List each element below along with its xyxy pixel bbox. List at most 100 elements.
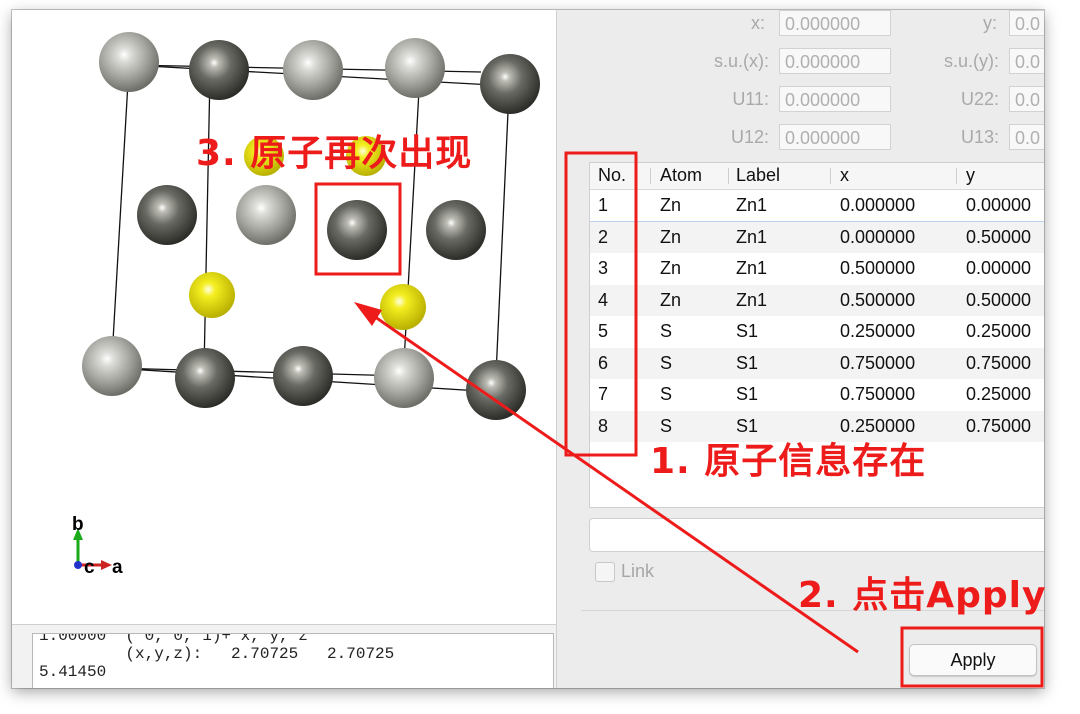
cell-no: 2 (598, 226, 609, 247)
zn-atom (175, 348, 235, 408)
cell-label: S1 (736, 415, 759, 436)
table-row[interactable]: 6 S S1 0.750000 0.75000 (590, 347, 1044, 379)
cell-x: 0.000000 (840, 195, 916, 215)
atom-table[interactable]: No. Atom Label x y 1 Zn Zn1 0.000000 0.00000… (589, 162, 1044, 508)
zn-atom (189, 40, 249, 100)
column-header-label[interactable]: Label (736, 165, 780, 186)
table-row[interactable]: 8 S S1 0.250000 0.75000 (590, 410, 1044, 442)
cell-no: 3 (598, 258, 609, 278)
cell-y: 0.25000 (966, 384, 1032, 404)
link-label: Link (621, 561, 655, 581)
command-input[interactable] (589, 518, 1044, 552)
zn-atom (374, 348, 434, 408)
column-header-atom[interactable]: Atom (660, 165, 702, 186)
cell-x: 0.750000 (840, 384, 916, 404)
cell-y: 0.75000 (966, 415, 1032, 436)
cell-x: 0.500000 (840, 289, 916, 310)
cell-no: 1 (598, 195, 609, 215)
cell-atom: Zn (660, 195, 682, 215)
cell-label: Zn1 (736, 258, 768, 278)
table-row[interactable]: 4 Zn Zn1 0.500000 0.50000 (590, 284, 1044, 316)
console-line: 1.00000 ( 0, 0, 1)+ x, y, z (39, 633, 308, 645)
crystal-structure: b c a (72, 32, 540, 578)
cell-label: S1 (736, 352, 759, 373)
table-row[interactable]: 3 Zn Zn1 0.500000 0.00000 (590, 253, 1044, 284)
u22-label: U22: (960, 89, 999, 109)
s-atom (244, 136, 284, 176)
cell-atom: S (660, 415, 673, 436)
cell-y: 0.00000 (966, 195, 1032, 215)
u11-label: U11: (732, 89, 769, 109)
structure-viewer[interactable]: b c a (12, 10, 556, 620)
y-field[interactable]: 0.0 (1009, 10, 1044, 36)
cell-y: 0.50000 (966, 226, 1032, 247)
cell-atom: Zn (660, 226, 682, 247)
axis-label-a: a (112, 557, 123, 578)
u12-field[interactable]: 0.000000 (779, 124, 891, 150)
u11-field[interactable]: 0.000000 (779, 86, 891, 112)
su-y-field[interactable]: 0.0 (1009, 48, 1044, 74)
x-field[interactable]: 0.000000 (779, 10, 891, 36)
s-atom (189, 272, 235, 318)
cell-label: S1 (736, 384, 759, 404)
s-atom (380, 284, 426, 330)
console-output[interactable]: 1.00000 ( 0, 0, 1)+ x, y, z (x,y,z): 2.7… (32, 633, 554, 688)
axis-gizmo: b c a (72, 514, 123, 578)
cell-atom: S (660, 321, 673, 341)
app-window: b c a 1.00000 ( 0, 0, 1)+ x, y, z (x,y,z… (12, 10, 1044, 688)
y-label: y: (982, 13, 997, 33)
table-row[interactable]: 5 S S1 0.250000 0.25000 (590, 316, 1044, 347)
column-header-no[interactable]: No. (598, 165, 626, 186)
console-line: 5.41450 (39, 663, 107, 681)
u22-field[interactable]: 0.0 (1009, 86, 1044, 112)
zn-atom (82, 336, 142, 396)
cell-no: 4 (598, 289, 609, 310)
cell-x: 0.000000 (840, 226, 916, 247)
cell-label: S1 (736, 321, 759, 341)
atom-editor-panel: x: 0.000000 y: 0.0 s.u.(x): 0.000000 s.u… (556, 10, 1044, 688)
zn-atom (480, 54, 540, 114)
u13-label: U13: (960, 127, 999, 147)
cell-y: 0.50000 (966, 289, 1032, 310)
table-header: No. Atom Label x y (590, 163, 1044, 190)
x-label: x: (750, 13, 765, 33)
cell-x: 0.250000 (840, 321, 916, 341)
zn-atom (385, 38, 445, 98)
s-atom (346, 136, 386, 176)
zn-atom (327, 200, 387, 260)
zn-atom (137, 185, 197, 245)
column-header-x[interactable]: x (840, 165, 849, 186)
cell-x: 0.750000 (840, 352, 916, 373)
apply-button[interactable]: Apply (909, 644, 1037, 676)
cell-atom: S (660, 384, 673, 404)
column-header-y[interactable]: y (966, 165, 975, 186)
u13-field[interactable]: 0.0 (1009, 124, 1044, 150)
link-checkbox[interactable] (595, 562, 615, 582)
cell-x: 0.250000 (840, 415, 916, 436)
su-x-field[interactable]: 0.000000 (779, 48, 891, 74)
cell-label: Zn1 (736, 195, 768, 215)
table-row[interactable]: 1 Zn Zn1 0.000000 0.00000 (590, 190, 1044, 223)
cell-no: 7 (598, 384, 609, 404)
cell-y: 0.25000 (966, 321, 1032, 341)
table-row[interactable]: 2 Zn Zn1 0.000000 0.50000 (590, 221, 1044, 253)
console-panel: 1.00000 ( 0, 0, 1)+ x, y, z (x,y,z): 2.7… (12, 624, 556, 688)
cell-label: Zn1 (736, 289, 768, 310)
su-x-label: s.u.(x): (713, 51, 769, 71)
zn-atom (99, 32, 159, 92)
cell-label: Zn1 (736, 226, 768, 247)
cell-atom: Zn (660, 289, 682, 310)
cell-y: 0.00000 (966, 258, 1032, 278)
zn-atom (426, 200, 486, 260)
cell-no: 5 (598, 321, 609, 341)
axis-label-b: b (72, 514, 84, 535)
u12-label: U12: (730, 127, 769, 147)
cell-atom: S (660, 352, 673, 373)
zn-atom (273, 346, 333, 406)
table-row[interactable]: 7 S S1 0.750000 0.25000 (590, 379, 1044, 410)
cell-no: 6 (598, 352, 609, 373)
zn-atom (466, 360, 526, 420)
zn-atom (283, 40, 343, 100)
divider (581, 610, 1044, 611)
cell-y: 0.75000 (966, 352, 1032, 373)
